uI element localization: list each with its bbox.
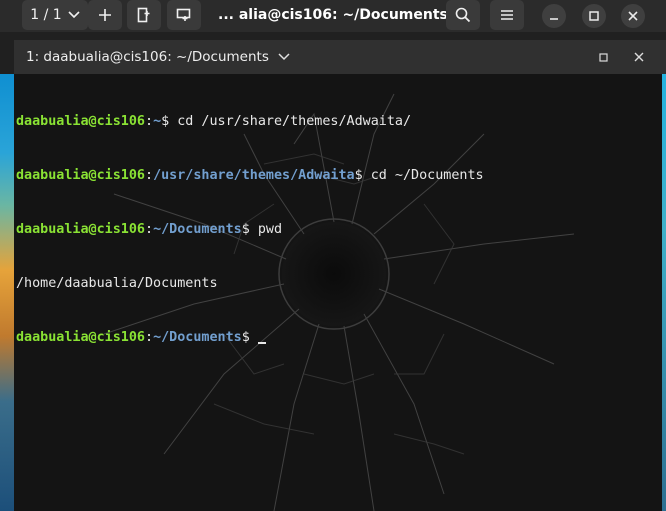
plus-icon — [99, 9, 111, 21]
prompt-path: ~/Documents — [153, 330, 242, 345]
terminal-line: /home/daabualia/Documents — [16, 275, 484, 293]
text-cursor — [257, 342, 266, 344]
menu-button[interactable] — [490, 0, 524, 30]
header-bar: 1 / 1 ... alia@cis106: ~/Documents — [0, 0, 666, 32]
terminal-line: daabualia@cis106:~$ cd /usr/share/themes… — [16, 113, 484, 131]
prompt-symbol: $ — [161, 114, 178, 129]
new-terminal-icon — [137, 7, 150, 23]
desktop-wallpaper-edge — [0, 74, 14, 511]
minimize-icon — [550, 18, 558, 20]
hamburger-menu-icon — [501, 10, 513, 20]
chevron-down-icon[interactable] — [278, 53, 290, 61]
command-text: pwd — [257, 222, 283, 237]
tab-maximize-button[interactable] — [594, 48, 612, 66]
maximize-icon — [598, 52, 608, 62]
minimize-button[interactable] — [542, 4, 566, 28]
search-button[interactable] — [446, 0, 480, 30]
prompt-symbol: $ — [354, 168, 371, 183]
chevron-down-icon — [68, 11, 80, 19]
prompt-separator: : — [145, 168, 154, 183]
window-title: ... alia@cis106: ~/Documents — [218, 7, 448, 23]
prompt-symbol: $ — [241, 330, 258, 345]
tab-label-wrapper: 1: daabualia@cis106: ~/Documents — [26, 40, 290, 74]
prompt-separator: : — [145, 114, 154, 129]
prompt-user: daabualia@cis106 — [16, 114, 145, 129]
command-text: cd ~/Documents — [370, 168, 484, 183]
new-terminal-button[interactable] — [127, 0, 161, 30]
tab-close-button[interactable] — [630, 48, 648, 66]
command-output: /home/daabualia/Documents — [16, 276, 218, 291]
prompt-user: daabualia@cis106 — [16, 168, 145, 183]
terminal-tab[interactable]: 1: daabualia@cis106: ~/Documents — [14, 40, 666, 74]
tab-switcher-button[interactable]: 1 / 1 — [22, 0, 88, 30]
command-text: cd /usr/share/themes/Adwaita/ — [177, 114, 412, 129]
close-icon — [628, 11, 638, 21]
terminal-line: daabualia@cis106:/usr/share/themes/Adwai… — [16, 167, 484, 185]
terminal-line: daabualia@cis106:~/Documents$ — [16, 329, 484, 347]
prompt-user: daabualia@cis106 — [16, 222, 145, 237]
prompt-symbol: $ — [241, 222, 258, 237]
prompt-separator: : — [145, 330, 154, 345]
maximize-button[interactable] — [582, 4, 606, 28]
terminal-output: daabualia@cis106:~$ cd /usr/share/themes… — [16, 77, 484, 383]
new-window-button[interactable] — [167, 0, 201, 30]
prompt-user: daabualia@cis106 — [16, 330, 145, 345]
search-icon — [455, 7, 471, 23]
close-window-button[interactable] — [621, 4, 645, 28]
close-icon — [634, 52, 644, 62]
prompt-path: ~ — [153, 114, 162, 129]
terminal-area[interactable]: daabualia@cis106:~$ cd /usr/share/themes… — [14, 74, 662, 511]
desktop-wallpaper-edge-right — [662, 40, 666, 511]
new-window-icon — [176, 8, 191, 21]
tab-counter: 1 / 1 — [30, 7, 62, 23]
terminal-window: 1 / 1 ... alia@cis106: ~/Documents 1: da… — [0, 0, 666, 511]
prompt-path: ~/Documents — [153, 222, 242, 237]
prompt-separator: : — [145, 222, 154, 237]
maximize-icon — [589, 11, 599, 21]
terminal-line: daabualia@cis106:~/Documents$ pwd — [16, 221, 484, 239]
tab-title: 1: daabualia@cis106: ~/Documents — [26, 49, 269, 65]
prompt-path: /usr/share/themes/Adwaita — [153, 168, 355, 183]
new-tab-button[interactable] — [88, 0, 122, 30]
